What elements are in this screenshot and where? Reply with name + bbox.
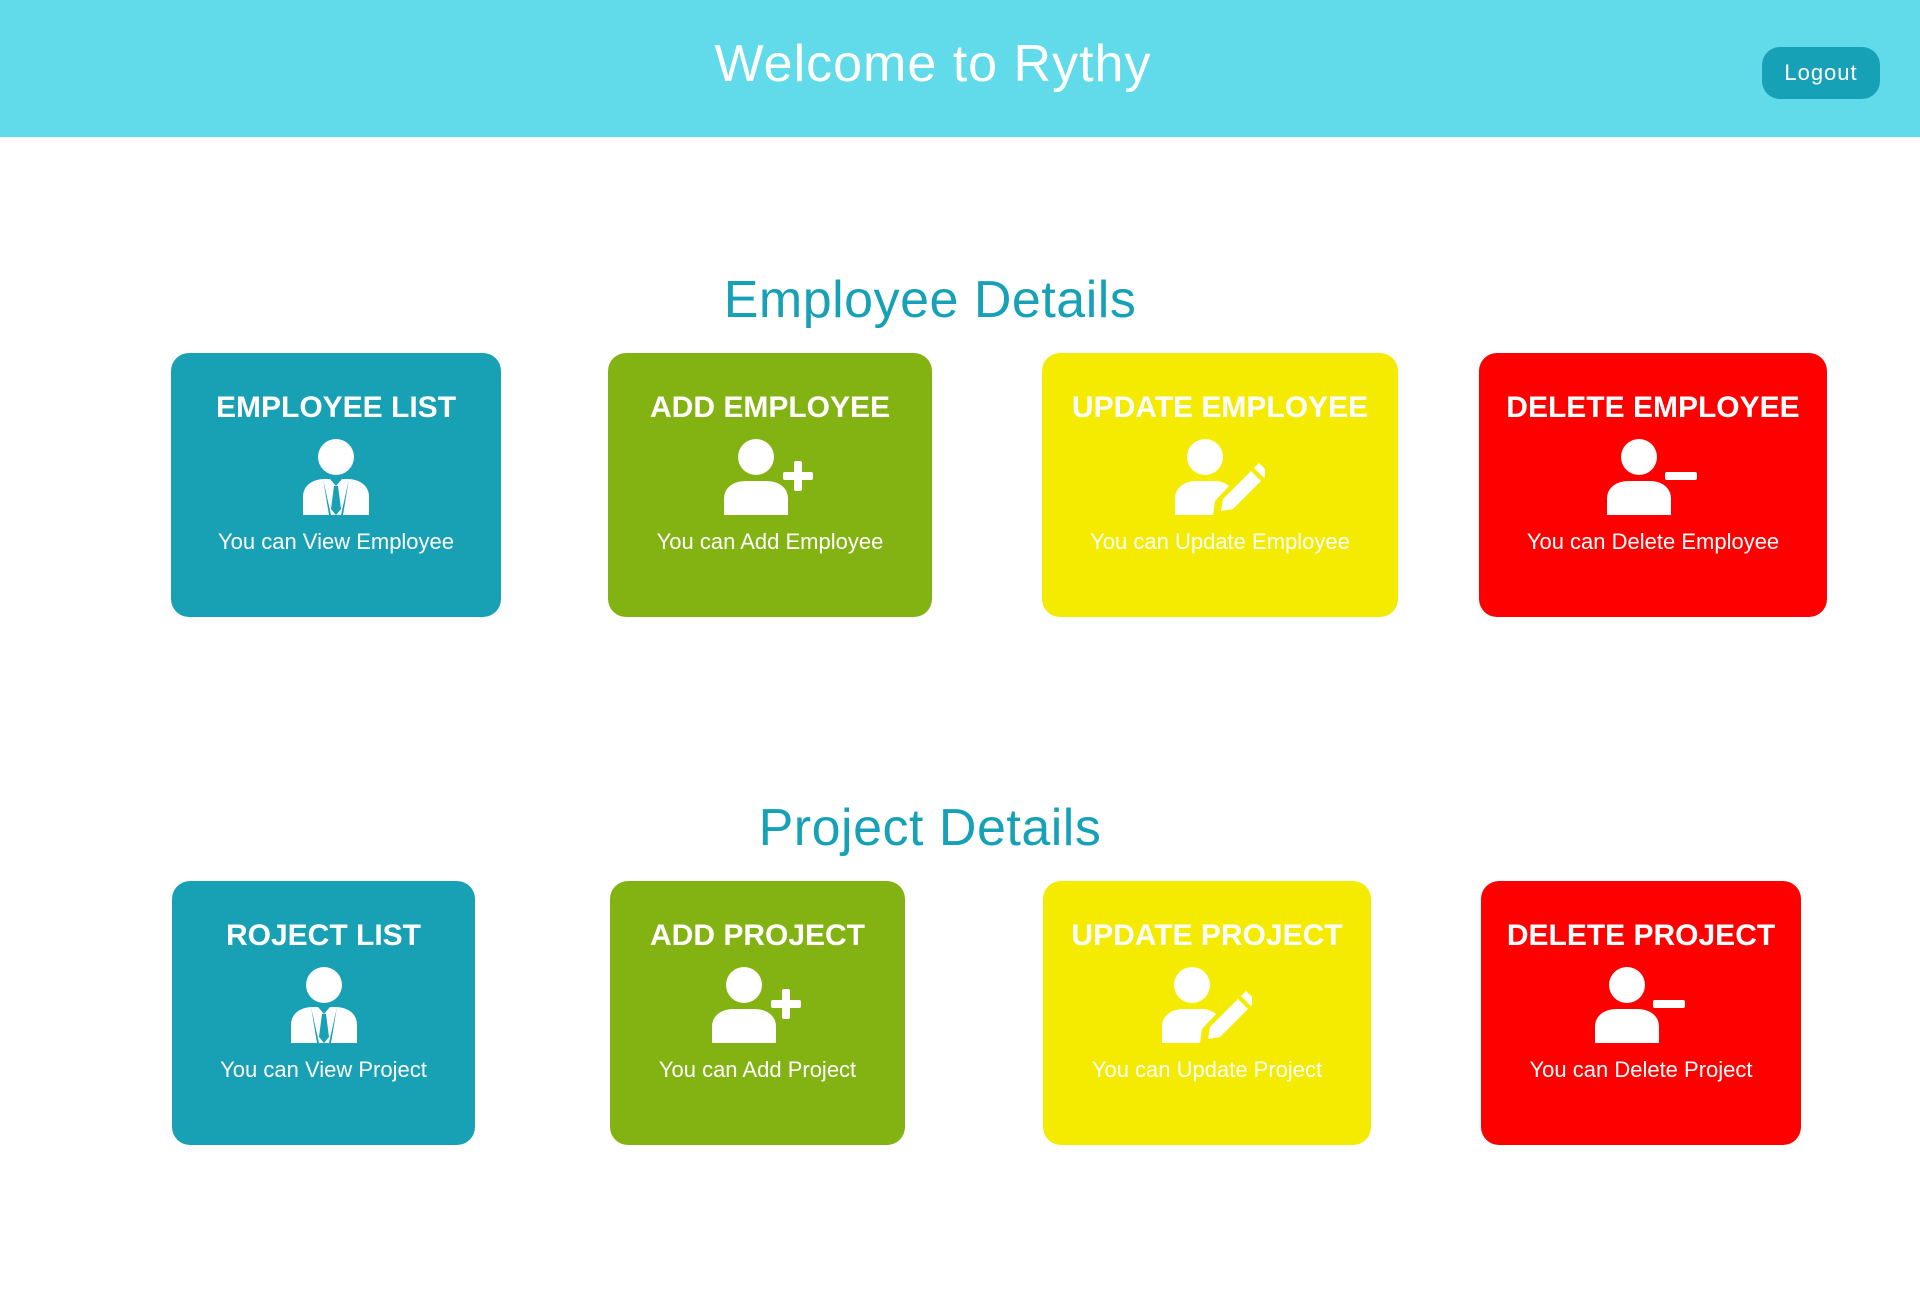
card-title: EMPLOYEE LIST xyxy=(215,391,457,424)
page-title: Welcome to Rythy xyxy=(714,35,1152,93)
delete-project-card[interactable]: DELETE PROJECT You can Delete Project xyxy=(1481,881,1801,1145)
card-title: ADD EMPLOYEE xyxy=(649,391,891,424)
user-tie-icon xyxy=(171,439,501,515)
user-minus-icon xyxy=(1479,439,1827,515)
card-description: You can Delete Employee xyxy=(1526,529,1780,554)
card-title: UPDATE PROJECT xyxy=(1071,919,1343,952)
card-title: ROJECT LIST xyxy=(225,919,421,952)
card-description: You can View Project xyxy=(220,1057,427,1082)
card-description: You can Update Project xyxy=(1091,1057,1323,1082)
update-employee-card[interactable]: UPDATE EMPLOYEE You can Update Employee xyxy=(1042,353,1398,617)
project-list-card[interactable]: ROJECT LIST You can View Project xyxy=(172,881,475,1145)
user-minus-icon xyxy=(1481,967,1801,1043)
add-employee-card[interactable]: ADD EMPLOYEE You can Add Employee xyxy=(608,353,932,617)
card-description: You can Delete Project xyxy=(1529,1057,1753,1082)
card-title: ADD PROJECT xyxy=(649,919,866,952)
project-section-title: Project Details xyxy=(758,799,1102,857)
employee-list-card[interactable]: EMPLOYEE LIST You can View Employee xyxy=(171,353,501,617)
card-description: You can Add Employee xyxy=(656,529,884,554)
user-edit-icon xyxy=(1043,967,1371,1043)
user-edit-icon xyxy=(1042,439,1398,515)
header-bar: Welcome to Rythy Logout xyxy=(0,0,1920,137)
update-project-card[interactable]: UPDATE PROJECT You can Update Project xyxy=(1043,881,1371,1145)
card-title: DELETE EMPLOYEE xyxy=(1506,391,1800,424)
user-plus-icon xyxy=(608,439,932,515)
card-description: You can Update Employee xyxy=(1090,529,1350,554)
add-project-card[interactable]: ADD PROJECT You can Add Project xyxy=(610,881,905,1145)
user-tie-icon xyxy=(172,967,475,1043)
user-plus-icon xyxy=(610,967,905,1043)
card-title: UPDATE EMPLOYEE xyxy=(1071,391,1369,424)
card-description: You can Add Project xyxy=(658,1057,857,1082)
logout-button[interactable]: Logout xyxy=(1762,47,1880,99)
card-title: DELETE PROJECT xyxy=(1506,919,1776,952)
delete-employee-card[interactable]: DELETE EMPLOYEE You can Delete Employee xyxy=(1479,353,1827,617)
card-description: You can View Employee xyxy=(217,529,455,554)
employee-section-title: Employee Details xyxy=(723,271,1137,329)
